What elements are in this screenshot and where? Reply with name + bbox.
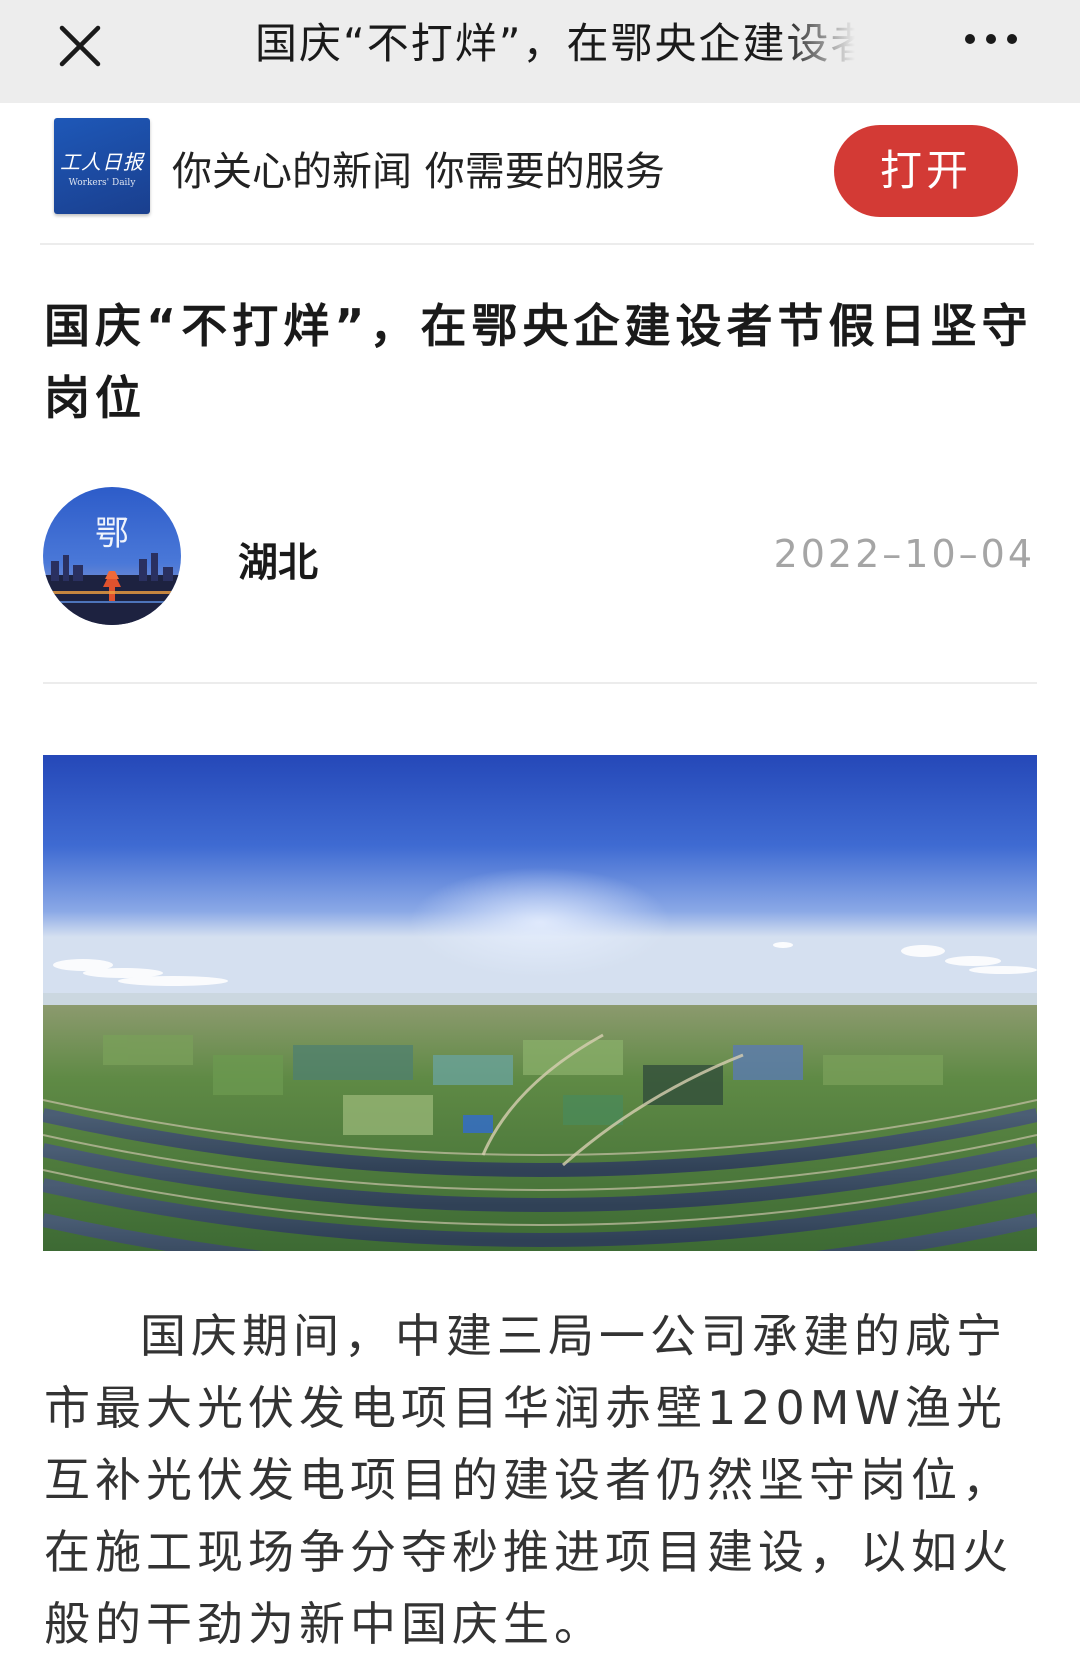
more-options-icon[interactable]: [965, 30, 1025, 50]
hero-panorama-image: [43, 755, 1037, 1251]
nav-title: 国庆“不打烊”，在鄂央企建设者节假日坚守岗位: [255, 19, 855, 68]
article-title: 国庆“不打烊”，在鄂央企建设者节假日坚守岗位: [44, 299, 1033, 425]
author-name[interactable]: 湖北: [238, 530, 318, 588]
app-slogan: 你关心的新闻 你需要的服务: [172, 149, 665, 195]
article-paragraph: 国庆期间，中建三局一公司承建的咸宁市最大光伏发电项目华润赤壁120MW渔光互补光…: [44, 1309, 1013, 1651]
avatar-calligraphy: 鄂: [95, 514, 129, 554]
close-icon[interactable]: [52, 18, 108, 74]
divider: [43, 682, 1037, 684]
logo-title: 工人日报: [60, 150, 144, 174]
app-promo-banner: 工人日报 Workers' Daily 你关心的新闻 你需要的服务 打开: [40, 103, 1034, 245]
open-app-button[interactable]: 打开: [834, 125, 1018, 217]
logo-subtitle: Workers' Daily: [68, 178, 136, 188]
publish-date: 2022–10–04: [773, 532, 1035, 576]
author-avatar[interactable]: 鄂: [43, 487, 181, 625]
top-nav-bar: 国庆“不打烊”，在鄂央企建设者节假日坚守岗位: [0, 0, 1080, 103]
workers-daily-logo: 工人日报 Workers' Daily: [54, 118, 150, 214]
